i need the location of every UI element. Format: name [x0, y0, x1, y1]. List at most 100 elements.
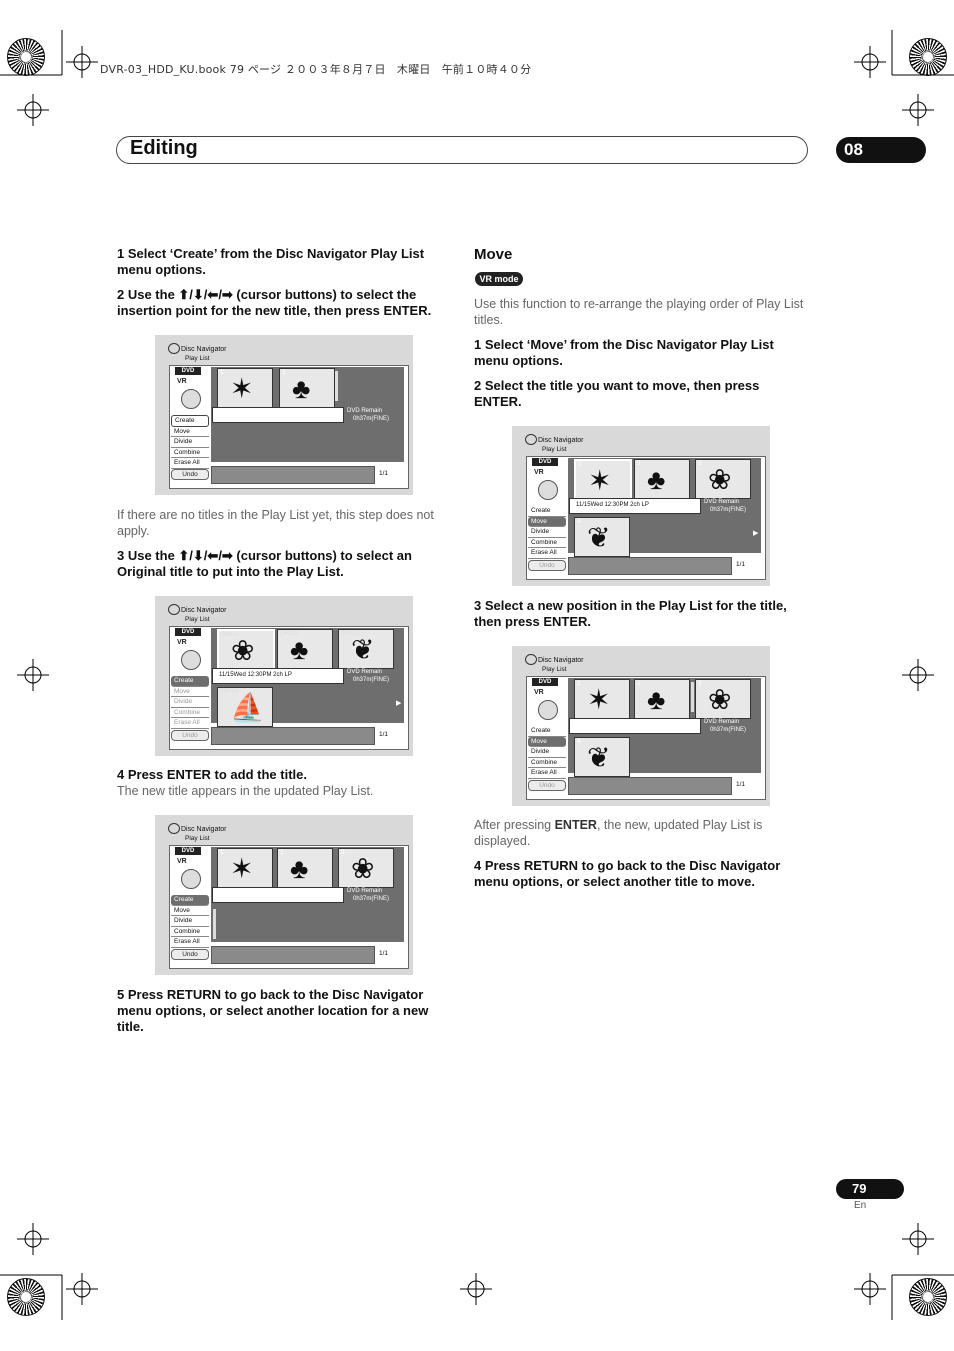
- thumb-2[interactable]: 2 ♣: [277, 848, 333, 888]
- menu-erase-all[interactable]: Erase All: [171, 718, 209, 729]
- info-text: 11/15Wed 12:30PM 2ch LP: [219, 672, 292, 678]
- remain-readout: DVD Remain 0h37m(FINE): [704, 718, 746, 734]
- thumb-2[interactable]: 2 ♣: [634, 679, 690, 719]
- lily-icon: ❀: [708, 684, 732, 715]
- thumb-number: 4: [577, 738, 581, 745]
- insertion-cursor: [691, 682, 694, 712]
- chapter-title: Editing: [130, 137, 198, 159]
- left-step-5: 5 Press RETURN to go back to the Disc Na…: [117, 987, 429, 1034]
- toucan-icon: ❦: [351, 634, 375, 665]
- menu-erase-all[interactable]: Erase All: [528, 548, 566, 559]
- menu-create[interactable]: Create: [171, 415, 209, 427]
- remain-value: 0h37m(FINE): [353, 416, 390, 422]
- menu-erase-all[interactable]: Erase All: [171, 937, 209, 948]
- maple-leaf-icon: ✶: [587, 684, 611, 715]
- undo-button[interactable]: Undo: [171, 949, 209, 960]
- info-box: 11/15Wed 12:30PM 2ch LP: [569, 498, 701, 514]
- remain-value: 0h37m(FINE): [710, 507, 747, 513]
- info-box: [212, 887, 344, 903]
- undo-button[interactable]: Undo: [171, 730, 209, 741]
- menu-combine[interactable]: Combine: [528, 758, 566, 769]
- thumb-1[interactable]: 1 ✶: [217, 368, 273, 408]
- arrow-right-icon[interactable]: ▶: [396, 699, 401, 707]
- thumb-org1[interactable]: ORG1 ❀: [217, 629, 275, 671]
- menu-create[interactable]: Create: [528, 726, 566, 737]
- page-indicator: 1/1: [379, 731, 389, 738]
- thumb-org2[interactable]: ORG2 ♣: [277, 629, 333, 669]
- tree-icon: ♣: [290, 853, 309, 884]
- remain-readout: DVD Remain 0h37m(FINE): [347, 407, 389, 423]
- page-indicator: 1/1: [379, 950, 389, 957]
- dvd-logo: DVD: [532, 678, 558, 686]
- chapter-bar: [116, 136, 808, 164]
- menu-move[interactable]: Move: [528, 516, 566, 528]
- thumb-1[interactable]: 1 ✶: [574, 459, 632, 501]
- insertion-cursor: [335, 371, 338, 401]
- screen-create-3: Disc Navigator Play List DVD VR 1 ✶ 2 ♣ 3 ❀…: [155, 815, 413, 975]
- maple-leaf-icon: ✶: [588, 465, 612, 496]
- remain-value: 0h37m(FINE): [353, 896, 390, 902]
- status-bar: [211, 946, 375, 964]
- menu-divide[interactable]: Divide: [528, 527, 566, 538]
- thumb-1[interactable]: 1 ✶: [217, 848, 273, 888]
- menu-move[interactable]: Move: [171, 687, 209, 698]
- status-bar: [568, 777, 732, 795]
- section-title-move: Move: [474, 246, 513, 263]
- menu-divide[interactable]: Divide: [171, 437, 209, 448]
- menu-divide[interactable]: Divide: [528, 747, 566, 758]
- vr-mode-badge: VR mode: [475, 272, 523, 286]
- undo-button[interactable]: Undo: [528, 560, 566, 571]
- menu-create[interactable]: Create: [171, 676, 209, 687]
- disc-icon: [538, 480, 558, 500]
- menu-create[interactable]: Create: [528, 506, 566, 517]
- menu-erase-all[interactable]: Erase All: [171, 458, 209, 469]
- screen-create-1: Disc Navigator Play List DVD VR 1 ✶ 2 ♣ DV…: [155, 335, 413, 495]
- book-header: DVR-03_HDD_KU.book 79 ページ ２００３年８月７日 木曜日 …: [100, 63, 532, 76]
- arrow-right-icon[interactable]: ▶: [753, 529, 758, 537]
- remain-label: DVD Remain: [704, 499, 740, 505]
- dvd-logo: DVD: [532, 458, 558, 466]
- menu-erase-all[interactable]: Erase All: [528, 768, 566, 779]
- lily-icon: ❀: [708, 464, 732, 495]
- undo-button[interactable]: Undo: [171, 469, 209, 480]
- thumb-3[interactable]: 3 ❀: [695, 459, 751, 499]
- left-step-1: 1 Select ‘Create’ from the Disc Navigato…: [117, 246, 425, 277]
- status-bar: [568, 557, 732, 575]
- thumb-3[interactable]: 3 ❀: [695, 679, 751, 719]
- menu-create[interactable]: Create: [171, 895, 209, 906]
- page-number: 79: [836, 1179, 904, 1199]
- menu-move[interactable]: Move: [171, 427, 209, 438]
- thumb-number: 3: [698, 680, 702, 687]
- menu: Create Move Divide Combine Erase All: [528, 506, 566, 559]
- undo-button[interactable]: Undo: [528, 780, 566, 791]
- maple-leaf-icon: ✶: [230, 853, 254, 884]
- menu-divide[interactable]: Divide: [171, 916, 209, 927]
- nav-title: Disc Navigator: [181, 826, 227, 833]
- disc-navigator-icon: [168, 604, 180, 615]
- menu-divide[interactable]: Divide: [171, 697, 209, 708]
- menu-move[interactable]: Move: [171, 906, 209, 917]
- thumb-2[interactable]: 2 ♣: [279, 368, 335, 408]
- remain-label: DVD Remain: [347, 888, 383, 894]
- maple-leaf-icon: ✶: [230, 373, 254, 404]
- menu-combine[interactable]: Combine: [171, 708, 209, 719]
- thumb-org3[interactable]: ORG3 ❦: [338, 629, 394, 669]
- disc-icon: [181, 389, 201, 409]
- play-list-tab: Play List: [185, 355, 210, 362]
- menu-combine[interactable]: Combine: [528, 538, 566, 549]
- chapter-number: 08: [836, 137, 926, 163]
- dvd-logo: DVD: [175, 367, 201, 375]
- menu-combine[interactable]: Combine: [171, 927, 209, 938]
- thumb-4[interactable]: 4 ❦: [574, 737, 630, 777]
- windsurfer-icon: ⛵: [230, 692, 265, 723]
- disc-navigator-icon: [525, 434, 537, 445]
- menu-combine[interactable]: Combine: [171, 448, 209, 459]
- thumb-1[interactable]: 1 ✶: [574, 679, 630, 719]
- menu-move[interactable]: Move: [528, 736, 566, 748]
- thumb-3[interactable]: 3 ❀: [338, 848, 394, 888]
- thumb-4[interactable]: 4 ❦: [574, 517, 630, 557]
- remain-value: 0h37m(FINE): [353, 677, 390, 683]
- thumb-2[interactable]: 2 ♣: [634, 459, 690, 499]
- play-list-tab: Play List: [542, 446, 567, 453]
- thumb-org4[interactable]: ORG4 ⛵: [217, 687, 273, 727]
